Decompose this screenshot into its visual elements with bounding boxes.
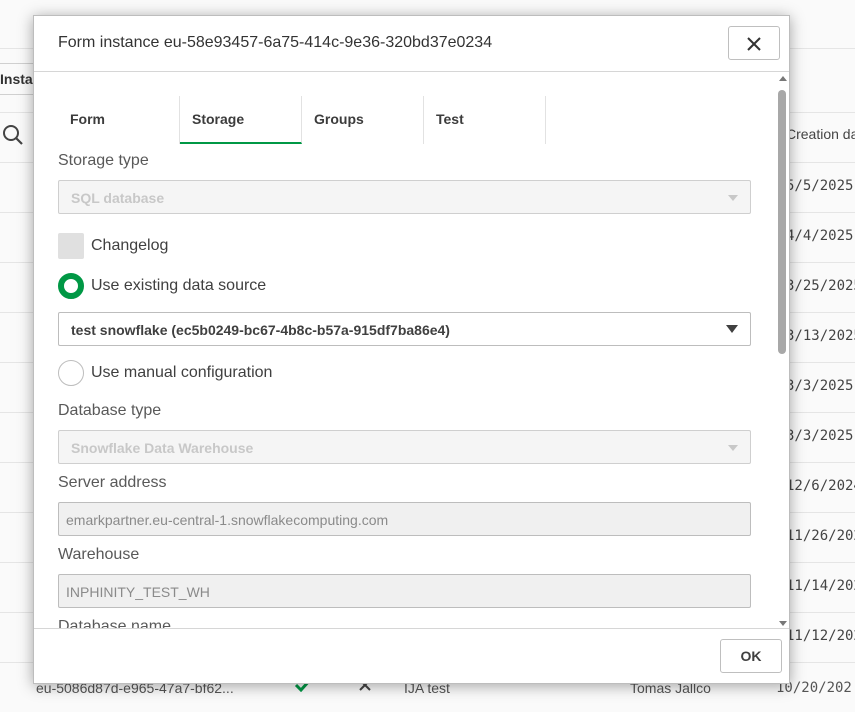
database-type-label: Database type [58,402,162,419]
use-manual-label: Use manual configuration [91,364,273,381]
dialog-body: Form Storage Groups Test Storage type SQ… [34,72,774,630]
table-cell-date: 3/13/2025 [786,328,855,344]
dialog-scrollbar[interactable] [775,72,789,630]
search-icon [2,124,24,151]
changelog-label: Changelog [91,237,169,254]
table-cell-date: 12/6/2024 [786,478,855,494]
dialog-title: Form instance eu-58e93457-6a75-414c-9e36… [58,34,493,51]
chevron-down-icon [728,195,738,201]
dialog-header: Form instance eu-58e93457-6a75-414c-9e36… [34,16,789,72]
use-existing-radio[interactable] [58,273,84,299]
server-address-input[interactable]: emarkpartner.eu-central-1.snowflakecompu… [58,502,751,536]
warehouse-input[interactable]: INPHINITY_TEST_WH [58,574,751,608]
form-instance-dialog: Form instance eu-58e93457-6a75-414c-9e36… [33,15,790,684]
ok-button[interactable]: OK [720,639,782,673]
close-button[interactable] [728,26,780,60]
storage-type-label: Storage type [58,152,149,169]
table-cell-date: 3/3/2025, [786,378,855,394]
warehouse-value: INPHINITY_TEST_WH [66,584,210,600]
data-source-value: test snowflake (ec5b0249-bc67-4b8c-b57a-… [71,322,450,338]
dialog-footer: OK [34,628,789,683]
table-cell-date: 5/5/2025, [786,178,855,194]
table-cell-date: 11/26/202 [786,528,855,544]
tab-storage[interactable]: Storage [180,96,302,144]
table-cell-date: 4/4/2025, [786,228,855,244]
chevron-down-icon [726,325,738,333]
table-cell-date: 11/14/202 [786,578,855,594]
server-address-label: Server address [58,474,167,491]
scroll-thumb[interactable] [778,90,786,354]
table-cell-date: 3/3/2025, [786,428,855,444]
table-cell-date: 11/12/202 [786,628,855,644]
tab-form[interactable]: Form [58,96,180,144]
close-icon [747,37,761,51]
storage-type-value: SQL database [71,190,165,206]
storage-type-select: SQL database [58,180,751,214]
tab-groups[interactable]: Groups [302,96,424,144]
server-address-value: emarkpartner.eu-central-1.snowflakecompu… [66,512,389,528]
chevron-down-icon [728,445,738,451]
use-manual-radio[interactable] [58,360,84,386]
scroll-down-arrow-icon[interactable] [779,621,787,626]
use-existing-label: Use existing data source [91,277,267,294]
tab-test[interactable]: Test [424,96,546,144]
database-type-select: Snowflake Data Warehouse [58,430,751,464]
column-header-creation-date: Creation da [786,126,855,142]
tab-bar: Form Storage Groups Test [58,96,558,144]
changelog-checkbox[interactable] [58,233,84,259]
warehouse-label: Warehouse [58,546,140,563]
data-source-select[interactable]: test snowflake (ec5b0249-bc67-4b8c-b57a-… [58,312,751,346]
table-cell-date: 3/25/2025 [786,278,855,294]
scroll-up-arrow-icon[interactable] [779,76,787,81]
database-type-value: Snowflake Data Warehouse [71,440,254,456]
